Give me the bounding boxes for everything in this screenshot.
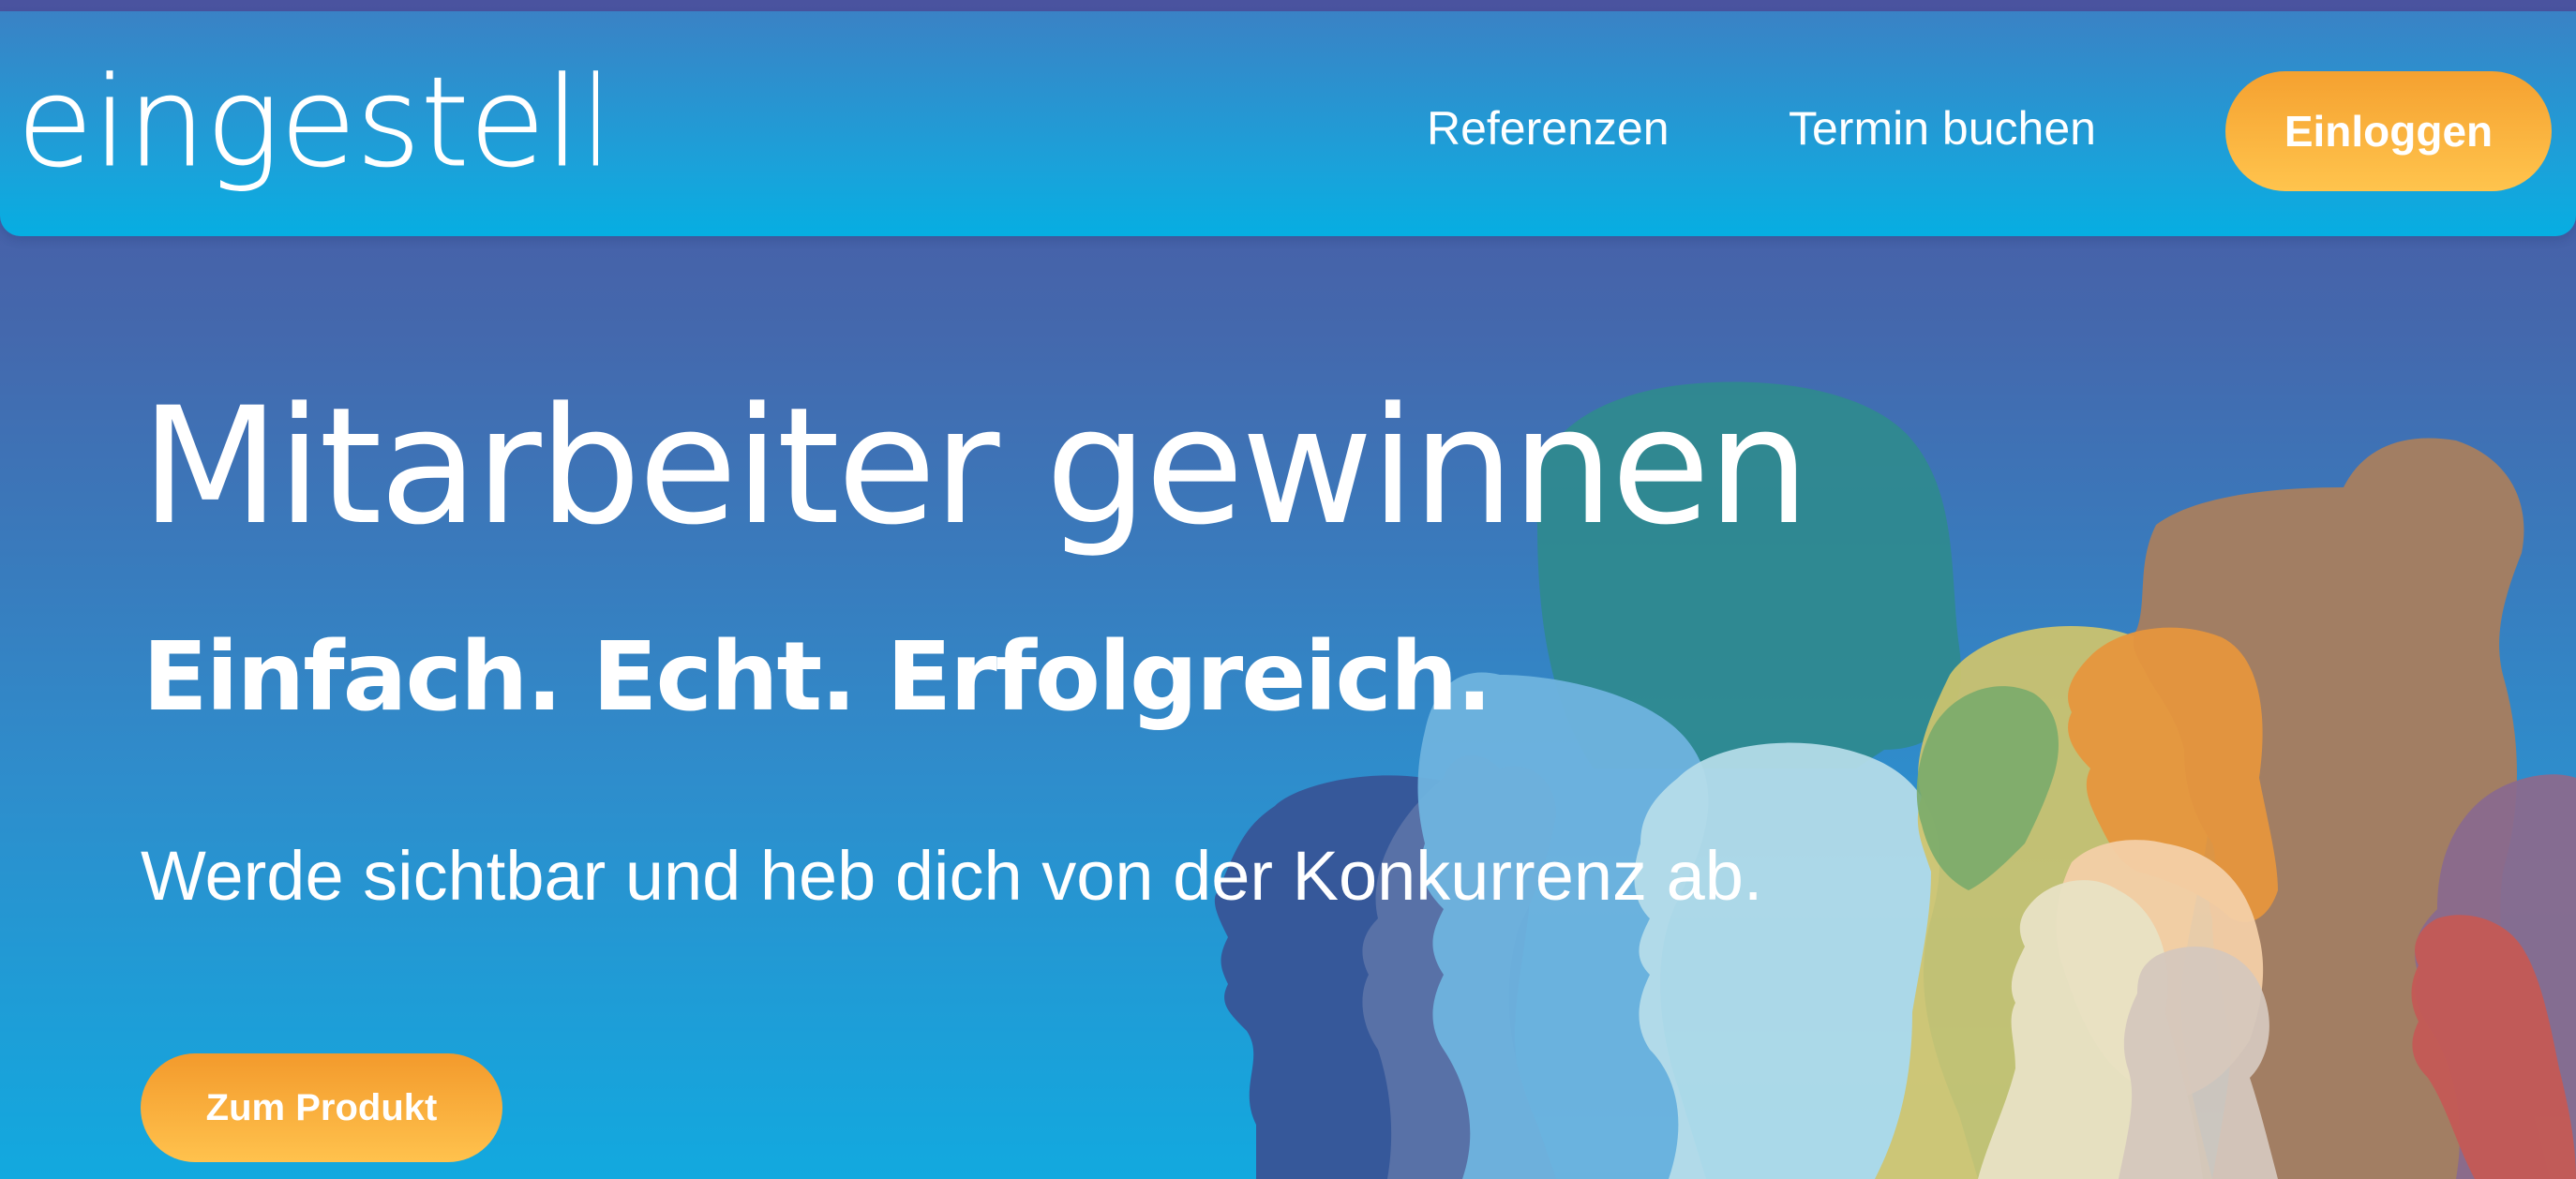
top-navigation-bar: eingestellt Referenzen Termin buchen Ein… [0,11,2576,236]
hero-description: Werde sichtbar und heb dich von der Konk… [141,837,1763,915]
nav-link-termin-buchen[interactable]: Termin buchen [1789,105,2096,152]
nav-link-referenzen[interactable]: Referenzen [1427,105,1670,152]
silhouette-grey [2119,947,2278,1179]
landing-page: eingestellt Referenzen Termin buchen Ein… [0,0,2576,1179]
hero-title: Mitarbeiter gewinnen [141,372,1809,560]
login-button[interactable]: Einloggen [2225,71,2552,191]
product-cta-button[interactable]: Zum Produkt [141,1053,502,1162]
eingestellt-logo[interactable]: eingestellt [17,60,598,201]
logo-text: eingestellt [17,60,598,195]
hero-subtitle: Einfach. Echt. Erfolgreich. [142,621,1492,733]
